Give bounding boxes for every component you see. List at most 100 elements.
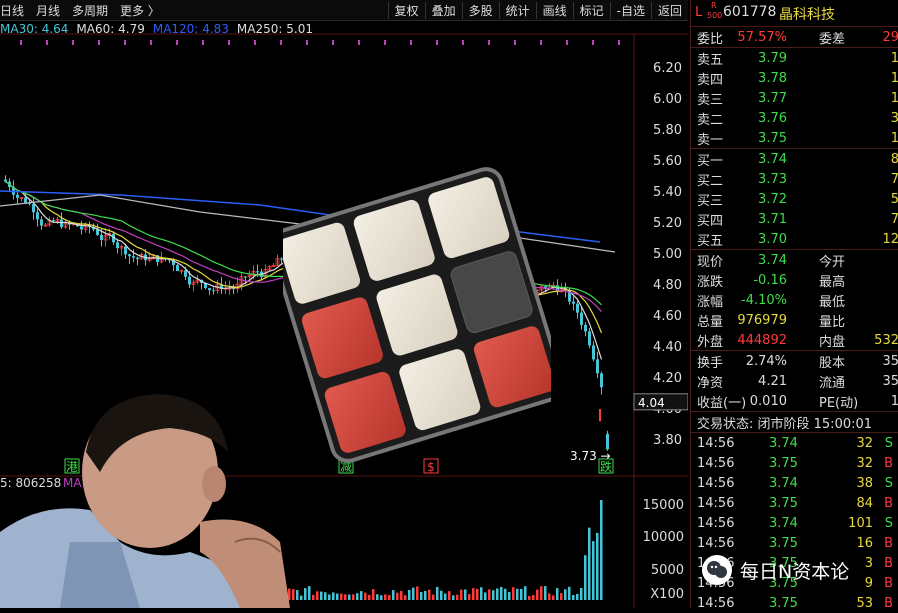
overlay-button[interactable]: 叠加 <box>424 2 462 19</box>
ask-row[interactable]: 卖三 3.77 1 <box>691 88 898 108</box>
ask-row[interactable]: 卖四 3.78 1 <box>691 68 898 88</box>
volume-bar <box>564 589 567 600</box>
bid-row[interactable]: 买一 3.74 8 <box>691 149 898 169</box>
candle <box>176 263 179 272</box>
price-tick: 6.00 <box>653 92 682 107</box>
price-tick: 3.80 <box>653 433 682 448</box>
trade-volume: 16 <box>856 535 873 551</box>
volume-bar <box>364 592 367 600</box>
candle <box>4 175 7 183</box>
volume-bar <box>508 592 511 600</box>
bid-row[interactable]: 买五 3.70 12 <box>691 229 898 249</box>
trade-row: 14:56 3.75 53 B <box>691 593 898 613</box>
multi-stock-button[interactable]: 多股 <box>461 2 499 19</box>
volume-tick: X100 <box>650 587 684 602</box>
bid-price: 3.72 <box>758 191 787 207</box>
bid-volume: 7 <box>890 211 898 227</box>
remove-watchlist-button[interactable]: -自选 <box>609 2 651 19</box>
volume-bar <box>396 592 399 600</box>
stat-value-2: 1 <box>890 393 898 409</box>
bid-price: 3.71 <box>758 211 787 227</box>
volume-bar <box>536 589 539 600</box>
candle <box>88 221 91 234</box>
bid-volume: 5 <box>890 191 898 207</box>
adjust-button[interactable]: 复权 <box>387 2 425 19</box>
more-menu[interactable]: 更多 〉 <box>120 2 160 19</box>
ask-row[interactable]: 卖二 3.76 3 <box>691 108 898 128</box>
volume-bar <box>592 541 595 600</box>
trade-volume: 101 <box>848 515 873 531</box>
bid-row[interactable]: 买二 3.73 7 <box>691 169 898 189</box>
trade-direction: S <box>884 435 893 451</box>
bid-row[interactable]: 买四 3.71 7 <box>691 209 898 229</box>
stat-label-2: 最低 <box>819 294 846 310</box>
ask-label: 卖二 <box>697 112 724 128</box>
candle <box>136 256 139 266</box>
multi-period-tab[interactable]: 多周期 <box>72 2 108 19</box>
ask-volume: 1 <box>890 50 898 66</box>
trade-time: 14:56 <box>697 435 735 451</box>
trade-direction: B <box>884 535 893 551</box>
volume-bar <box>328 594 331 600</box>
candle <box>16 192 19 204</box>
volume-bar <box>500 586 503 600</box>
draw-line-button[interactable]: 画线 <box>535 2 573 19</box>
bid-label: 买三 <box>697 193 724 209</box>
trade-status: 交易状态: 闭市阶段 15:00:01 <box>691 411 898 432</box>
bid-volume: 8 <box>890 151 898 167</box>
ask-price: 3.77 <box>758 90 787 106</box>
ma120-label: MA120: 4.83 <box>152 22 229 36</box>
volume-bar <box>300 595 303 600</box>
stat-label-2: 流通 <box>819 375 846 391</box>
period-month-tab[interactable]: 月线 <box>36 2 60 19</box>
ask-volume: 3 <box>890 110 898 126</box>
ask-row[interactable]: 卖五 3.79 1 <box>691 48 898 68</box>
trade-row: 14:56 3.74 38 S <box>691 473 898 493</box>
period-day-tab[interactable]: 日线 <box>0 2 24 19</box>
trade-row: 14:56 3.75 32 B <box>691 453 898 473</box>
candle <box>32 196 35 220</box>
volume-tick: 10000 <box>643 530 684 545</box>
candle <box>128 253 131 264</box>
trade-row: 14:56 3.74 101 S <box>691 513 898 533</box>
l-flag: L <box>695 5 703 20</box>
bid-volume: 12 <box>882 231 898 247</box>
trade-time: 14:56 <box>697 475 735 491</box>
candle <box>116 239 119 254</box>
volume-bar <box>480 587 483 600</box>
trade-row: 14:56 3.75 84 B <box>691 493 898 513</box>
trade-direction: B <box>884 455 893 471</box>
stat-row: 涨跌 -0.16 最高 <box>691 270 898 290</box>
back-button[interactable]: 返回 <box>650 2 688 19</box>
ask-label: 卖一 <box>697 132 724 148</box>
ask-price: 3.79 <box>758 50 787 66</box>
mark-button[interactable]: 标记 <box>572 2 610 19</box>
ma60-label: MA60: 4.79 <box>76 22 145 36</box>
stats-button[interactable]: 统计 <box>498 2 536 19</box>
ask-row[interactable]: 卖一 3.75 1 <box>691 128 898 148</box>
ma30-label: MA30: 4.64 <box>0 22 69 36</box>
ask-label: 卖五 <box>697 52 724 68</box>
volume-bar <box>316 591 319 600</box>
volume-bar <box>456 594 459 600</box>
trade-time: 14:56 <box>697 535 735 551</box>
watermark: 每日N资本论 <box>702 552 898 588</box>
stats-block: 现价 3.74 今开 涨跌 -0.16 最高 涨幅 -4.10% 最低 总量 976979 量比 外盘 4… <box>691 249 898 350</box>
stock-name: 晶科科技 <box>779 7 835 23</box>
svg-text:4.04: 4.04 <box>638 396 665 410</box>
volume-bar <box>432 594 435 600</box>
candle <box>572 296 575 311</box>
volume-bar <box>372 589 375 600</box>
stat-row: 收益(一) 0.010 PE(动) 1 <box>691 391 898 411</box>
volume-bar <box>376 594 379 600</box>
trade-direction: B <box>884 595 893 611</box>
candle <box>596 351 599 379</box>
trade-row: 14:56 3.75 16 B <box>691 533 898 553</box>
volume-bar <box>448 591 451 600</box>
volume-bar <box>584 555 587 600</box>
volume-bar <box>324 592 327 600</box>
bid-row[interactable]: 买三 3.72 5 <box>691 189 898 209</box>
volume-bar <box>452 595 455 600</box>
volume-bar <box>444 593 447 600</box>
volume-bar <box>572 595 575 600</box>
